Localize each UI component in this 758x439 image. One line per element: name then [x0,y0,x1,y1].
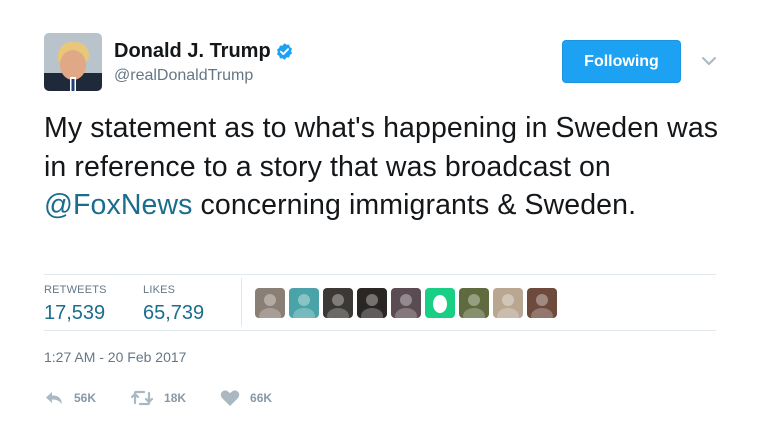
like-count: 66K [250,391,273,405]
following-button[interactable]: Following [562,40,681,83]
tweet-text: My statement as to what's happening in S… [44,109,724,225]
reply-button[interactable]: 56K [44,390,96,406]
liker-avatar[interactable] [289,288,319,318]
retweet-button[interactable]: 18K [130,390,186,406]
retweet-count: 18K [164,391,187,405]
user-avatar-icon [357,288,387,318]
stats-separator [241,278,242,326]
liker-avatar[interactable] [323,288,353,318]
heart-icon [220,390,240,406]
retweets-count: 17,539 [44,302,106,324]
liker-avatar[interactable] [493,288,523,318]
reply-icon [46,392,62,404]
tweet-timestamp[interactable]: 1:27 AM - 20 Feb 2017 [44,349,186,365]
author-handle[interactable]: @realDonaldTrump [114,67,253,85]
user-avatar-icon [493,288,523,318]
retweets-stat[interactable]: RETWEETS 17,539 [44,284,107,325]
author-name-row[interactable]: Donald J. Trump [114,40,294,63]
liker-avatar[interactable] [425,288,455,318]
user-avatar-icon [323,288,353,318]
user-avatar-icon [289,288,319,318]
display-name[interactable]: Donald J. Trump [114,40,271,63]
egg-avatar-icon [425,288,455,318]
divider [44,274,716,275]
user-avatar-icon [391,288,421,318]
liker-avatar[interactable] [391,288,421,318]
verified-badge-icon [276,43,292,60]
liker-avatar[interactable] [357,288,387,318]
tweet-text-part: concerning immigrants & Sweden. [192,189,637,221]
mention-link[interactable]: @FoxNews [44,189,193,221]
reply-count: 56K [74,391,97,405]
profile-photo-icon [44,33,102,91]
avatar[interactable] [44,33,102,91]
like-button[interactable]: 66K [220,389,272,407]
tweet-actions: 56K 18K 66K [44,389,306,407]
retweets-label: RETWEETS [44,284,107,296]
likes-label: LIKES [143,284,176,296]
tweet-text-part: My statement as to what's happening in S… [44,112,719,183]
divider [44,330,716,331]
likers-avatar-list [255,288,561,318]
user-avatar-icon [459,288,489,318]
liker-avatar[interactable] [255,288,285,318]
liker-avatar[interactable] [459,288,489,318]
likes-stat[interactable]: LIKES 65,739 [143,284,204,325]
chevron-down-icon[interactable] [701,55,717,67]
user-avatar-icon [255,288,285,318]
user-avatar-icon [527,288,557,318]
retweet-icon [130,390,154,406]
liker-avatar[interactable] [527,288,557,318]
likes-count: 65,739 [143,302,205,324]
